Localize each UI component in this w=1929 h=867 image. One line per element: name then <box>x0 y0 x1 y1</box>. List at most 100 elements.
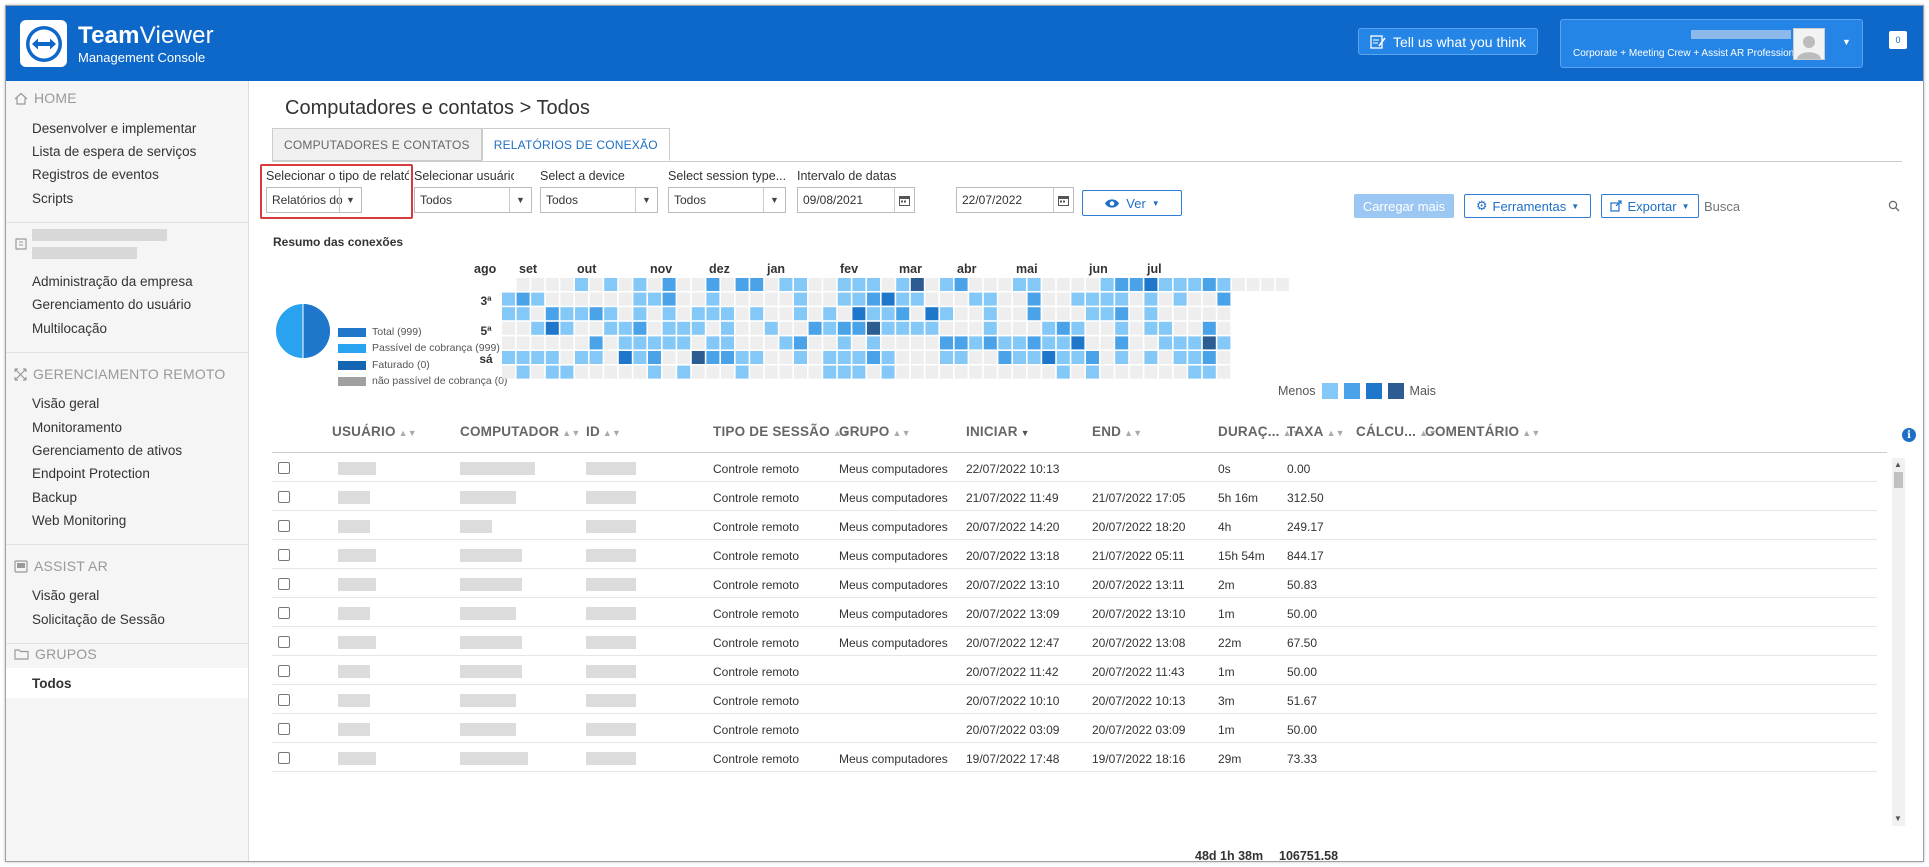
heatmap-cell[interactable] <box>1129 321 1143 335</box>
heatmap-cell[interactable] <box>531 336 545 350</box>
heatmap-cell[interactable] <box>794 292 807 306</box>
heatmap-cell[interactable] <box>560 336 574 350</box>
sidebar-section-groups[interactable]: GRUPOS <box>14 646 97 662</box>
heatmap-cell[interactable] <box>1056 278 1070 291</box>
export-button[interactable]: Exportar ▼ <box>1601 194 1699 218</box>
sidebar-item-session-request[interactable]: Solicitação de Sessão <box>32 612 165 627</box>
heatmap-cell[interactable] <box>1202 307 1216 321</box>
heatmap-cell[interactable] <box>1100 307 1114 321</box>
scroll-down-icon[interactable]: ▼ <box>1894 814 1902 823</box>
heatmap-cell[interactable] <box>823 336 837 350</box>
heatmap-cell[interactable] <box>896 278 910 291</box>
heatmap-cell[interactable] <box>1056 365 1070 379</box>
heatmap-cell[interactable] <box>837 321 851 335</box>
heatmap-cell[interactable] <box>750 351 764 364</box>
heatmap-cell[interactable] <box>1056 336 1070 350</box>
heatmap-cell[interactable] <box>940 307 953 321</box>
heatmap-cell[interactable] <box>1275 278 1289 291</box>
heatmap-cell[interactable] <box>1217 351 1231 364</box>
calendar-icon[interactable] <box>1053 188 1073 212</box>
heatmap-cell[interactable] <box>823 292 837 306</box>
heatmap-cell[interactable] <box>545 365 559 379</box>
heatmap-cell[interactable] <box>502 307 515 321</box>
heatmap-cell[interactable] <box>516 336 530 350</box>
heatmap-cell[interactable] <box>1042 351 1056 364</box>
scrollbar-thumb[interactable] <box>1894 472 1903 488</box>
heatmap-cell[interactable] <box>823 278 837 291</box>
heatmap-cell[interactable] <box>1159 321 1172 335</box>
table-row[interactable]: Controle remoto Meus computadores 20/07/20… <box>272 511 1877 540</box>
heatmap-cell[interactable] <box>516 307 530 321</box>
heatmap-cell[interactable] <box>691 365 705 379</box>
heatmap-cell[interactable] <box>925 307 939 321</box>
heatmap-cell[interactable] <box>910 278 924 291</box>
heatmap-cell[interactable] <box>867 321 880 335</box>
heatmap-cell[interactable] <box>1042 278 1056 291</box>
sidebar-item-web-monitoring[interactable]: Web Monitoring <box>32 513 126 528</box>
heatmap-cell[interactable] <box>721 292 734 306</box>
heatmap-cell[interactable] <box>706 278 720 291</box>
heatmap-cell[interactable] <box>1042 336 1056 350</box>
heatmap-cell[interactable] <box>794 336 807 350</box>
heatmap-cell[interactable] <box>589 336 603 350</box>
heatmap-cell[interactable] <box>1173 351 1187 364</box>
heatmap-cell[interactable] <box>589 321 603 335</box>
heatmap-cell[interactable] <box>1188 278 1202 291</box>
feedback-button[interactable]: Tell us what you think <box>1358 28 1538 55</box>
table-row[interactable]: Controle remoto Meus computadores 20/07/20… <box>272 598 1877 627</box>
heatmap-cell[interactable] <box>910 307 924 321</box>
column-header-end[interactable]: END ▲▼ <box>1092 424 1142 439</box>
heatmap-cell[interactable] <box>867 307 880 321</box>
heatmap-cell[interactable] <box>618 321 632 335</box>
heatmap-cell[interactable] <box>896 292 910 306</box>
heatmap-cell[interactable] <box>794 321 807 335</box>
heatmap-cell[interactable] <box>808 321 822 335</box>
heatmap-cell[interactable] <box>1188 292 1202 306</box>
heatmap-cell[interactable] <box>1100 292 1114 306</box>
heatmap-cell[interactable] <box>1071 321 1085 335</box>
heatmap-cell[interactable] <box>837 292 851 306</box>
heatmap-cell[interactable] <box>648 365 661 379</box>
heatmap-cell[interactable] <box>648 278 661 291</box>
heatmap-cell[interactable] <box>618 307 632 321</box>
heatmap-cell[interactable] <box>1173 307 1187 321</box>
heatmap-cell[interactable] <box>677 365 691 379</box>
heatmap-cell[interactable] <box>502 351 515 364</box>
sidebar-item-asset-management[interactable]: Gerenciamento de ativos <box>32 443 182 458</box>
heatmap-cell[interactable] <box>852 292 866 306</box>
date-to-input[interactable]: 22/07/2022 <box>956 187 1074 213</box>
heatmap-cell[interactable] <box>896 351 910 364</box>
heatmap-cell[interactable] <box>1202 351 1216 364</box>
heatmap-cell[interactable] <box>1086 365 1099 379</box>
heatmap-cell[interactable] <box>604 278 618 291</box>
heatmap-cell[interactable] <box>1202 321 1216 335</box>
heatmap-cell[interactable] <box>1202 365 1216 379</box>
heatmap-cell[interactable] <box>794 351 807 364</box>
column-header-rate[interactable]: TAXA ▲▼ <box>1287 424 1345 439</box>
row-checkbox[interactable] <box>278 665 290 677</box>
row-checkbox[interactable] <box>278 491 290 503</box>
heatmap-cell[interactable] <box>545 307 559 321</box>
heatmap-cell[interactable] <box>531 321 545 335</box>
heatmap-cell[interactable] <box>925 278 939 291</box>
heatmap-cell[interactable] <box>779 321 793 335</box>
heatmap-cell[interactable] <box>852 321 866 335</box>
heatmap-cell[interactable] <box>1217 278 1231 291</box>
heatmap-cell[interactable] <box>516 292 530 306</box>
heatmap-cell[interactable] <box>925 365 939 379</box>
row-checkbox[interactable] <box>278 723 290 735</box>
info-icon[interactable]: i <box>1902 428 1916 442</box>
heatmap-cell[interactable] <box>575 321 588 335</box>
row-checkbox[interactable] <box>278 636 290 648</box>
heatmap-cell[interactable] <box>1129 307 1143 321</box>
heatmap-cell[interactable] <box>837 278 851 291</box>
row-checkbox[interactable] <box>278 520 290 532</box>
tab-connection-reports[interactable]: RELATÓRIOS DE CONEXÃO <box>481 128 670 161</box>
heatmap-cell[interactable] <box>852 365 866 379</box>
heatmap-cell[interactable] <box>589 278 603 291</box>
heatmap-cell[interactable] <box>983 365 997 379</box>
heatmap-cell[interactable] <box>1144 278 1158 291</box>
heatmap-cell[interactable] <box>662 321 676 335</box>
heatmap-cell[interactable] <box>954 365 968 379</box>
heatmap-cell[interactable] <box>560 292 574 306</box>
